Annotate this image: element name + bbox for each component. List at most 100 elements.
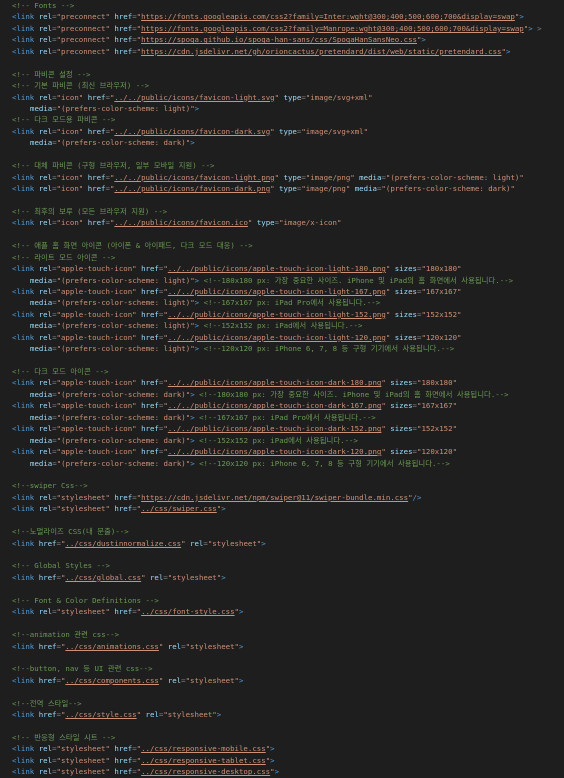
attribute-name: href <box>141 309 159 319</box>
code-line[interactable] <box>0 229 564 240</box>
code-line[interactable]: media="(prefers-color-scheme: dark)"> <!… <box>0 389 564 400</box>
attribute-value: (prefers-color-scheme: light) <box>61 298 191 308</box>
code-line[interactable] <box>0 515 564 526</box>
code-line[interactable]: <link rel="preconnect" href="https://spo… <box>0 34 564 45</box>
code-line[interactable]: <!--전역 스타일--> <box>0 698 564 709</box>
attribute-value: (prefers-color-scheme: dark) <box>61 389 186 399</box>
attribute-name: rel <box>38 447 53 457</box>
code-line[interactable] <box>0 686 564 697</box>
attribute-name: href <box>38 641 57 651</box>
tag-open: <link <box>12 424 35 434</box>
code-line[interactable]: <link rel="apple-touch-icon" href="../..… <box>0 400 564 411</box>
code-line[interactable]: <link rel="stylesheet" href="../css/font… <box>0 606 564 617</box>
code-line[interactable]: <link rel="apple-touch-icon" href="../..… <box>0 423 564 434</box>
tag-close: > <box>194 321 200 331</box>
code-line[interactable]: <link rel="icon" href="../../public/icon… <box>0 217 564 228</box>
code-line[interactable]: <!-- 애플 홈 화면 아이콘 (아이폰 & 아이패드, 다크 모드 대응) … <box>0 240 564 251</box>
code-line[interactable]: media="(prefers-color-scheme: light)"> <… <box>0 343 564 354</box>
code-line[interactable]: <link rel="apple-touch-icon" href="../..… <box>0 332 564 343</box>
code-line[interactable]: <!-- Font & Color Definitions --> <box>0 595 564 606</box>
quote: " <box>363 126 369 136</box>
code-line[interactable]: <!--노멀라이즈 CSS(내 문출)--> <box>0 526 564 537</box>
code-line[interactable]: <link href="../css/components.css" rel="… <box>0 675 564 686</box>
code-line[interactable]: media="(prefers-color-scheme: light)"> <… <box>0 297 564 308</box>
attribute-name: media <box>30 298 53 308</box>
attribute-value: apple-touch-icon <box>60 264 133 274</box>
code-line[interactable]: <!-- 반응형 스타일 시트 --> <box>0 732 564 743</box>
code-line[interactable] <box>0 721 564 732</box>
code-line[interactable]: media="(prefers-color-scheme: dark)"> <!… <box>0 435 564 446</box>
attribute-name: href <box>87 126 106 136</box>
code-line[interactable] <box>0 57 564 68</box>
code-line[interactable]: media="(prefers-color-scheme: light)"> <… <box>0 320 564 331</box>
attribute-value: ../css/font-style.css <box>141 607 235 617</box>
code-line[interactable] <box>0 469 564 480</box>
code-line[interactable] <box>0 149 564 160</box>
code-line[interactable]: <link rel="icon" href="../../public/icon… <box>0 126 564 137</box>
code-line[interactable]: <link rel="preconnect" href="https://fon… <box>0 11 564 22</box>
attribute-name: rel <box>38 264 53 274</box>
quote: " <box>457 264 462 274</box>
attribute-name: href <box>114 767 133 777</box>
code-editor[interactable]: <!-- Fonts --> <link rel="preconnect" hre… <box>0 0 564 776</box>
code-comment: <!-- Global Styles --> <box>12 561 110 571</box>
code-line[interactable]: <!--animation 관련 css--> <box>0 629 564 640</box>
code-line[interactable]: <link rel="stylesheet" href="../css/resp… <box>0 743 564 754</box>
attribute-name: sizes <box>394 264 417 274</box>
tag-close: > <box>270 744 275 754</box>
code-line[interactable]: <!-- 대체 파비콘 (구형 브라우저, 일부 모바일 지원) --> <box>0 160 564 171</box>
code-line[interactable] <box>0 355 564 366</box>
code-line[interactable]: <!-- Fonts --> <box>0 0 564 11</box>
tag-close: > <box>194 344 200 354</box>
code-line[interactable]: <link rel="apple-touch-icon" href="../..… <box>0 446 564 457</box>
code-line[interactable]: <link href="../css/dustinnormalize.css" … <box>0 538 564 549</box>
code-line[interactable]: <link rel="apple-touch-icon" href="../..… <box>0 309 564 320</box>
code-line[interactable]: <link rel="stylesheet" href="../css/resp… <box>0 755 564 766</box>
attribute-value: icon <box>60 172 79 182</box>
code-line[interactable]: <!-- 라이트 모드 아이콘 --> <box>0 252 564 263</box>
tag-open: <link <box>12 767 35 777</box>
code-line[interactable]: <!-- Global Styles --> <box>0 560 564 571</box>
code-line[interactable]: <link rel="preconnect" href="https://fon… <box>0 23 564 34</box>
code-line[interactable]: <link rel="stylesheet" href="../css/resp… <box>0 766 564 777</box>
code-line[interactable] <box>0 583 564 594</box>
code-line[interactable]: <!-- 기본 파비콘 (최신 브라우저) --> <box>0 80 564 91</box>
code-line[interactable]: <!--swiper Css--> <box>0 480 564 491</box>
code-line[interactable]: <link rel="apple-touch-icon" href="../..… <box>0 377 564 388</box>
code-comment: <!--167x167 px: iPad Pro에서 사용됩니다.--> <box>199 412 376 422</box>
code-line[interactable]: <!-- 다크 모드 아이콘 --> <box>0 366 564 377</box>
code-line[interactable] <box>0 194 564 205</box>
attribute-name: type <box>279 184 297 193</box>
code-line[interactable]: <link rel="icon" href="../../public/icon… <box>0 183 564 194</box>
code-line[interactable]: media="(prefers-color-scheme: dark)"> <box>0 137 564 148</box>
code-line[interactable]: <link rel="apple-touch-icon" href="../..… <box>0 263 564 274</box>
code-line[interactable]: <!-- 다크 모드용 파비콘 --> <box>0 114 564 125</box>
attribute-name: type <box>283 172 302 182</box>
tag-close: > <box>194 298 200 308</box>
code-line[interactable]: <!--button, nav 등 UI 관련 css--> <box>0 663 564 674</box>
code-line[interactable]: <link rel="icon" href="../../public/icon… <box>0 92 564 103</box>
code-line[interactable]: <!-- 파비콘 설정 --> <box>0 69 564 80</box>
code-line[interactable]: media="(prefers-color-scheme: light)"> <box>0 103 564 114</box>
code-line[interactable]: <link rel="stylesheet" href="https://cdn… <box>0 492 564 503</box>
code-comment: <!-- 대체 파비콘 (구형 브라우저, 일부 모바일 지원) --> <box>12 161 215 171</box>
attribute-name: rel <box>38 172 53 182</box>
attribute-name: href <box>38 710 57 720</box>
code-line[interactable]: media="(prefers-color-scheme: dark)"> <!… <box>0 412 564 423</box>
code-line[interactable] <box>0 618 564 629</box>
attribute-value: stylesheet <box>212 538 257 548</box>
code-line[interactable]: <link rel="icon" href="../../public/icon… <box>0 172 564 183</box>
code-line[interactable]: <!-- 최후의 보루 (모든 브라우저 지원) --> <box>0 206 564 217</box>
code-line[interactable] <box>0 549 564 560</box>
code-line[interactable]: <link href="../css/style.css" rel="style… <box>0 709 564 720</box>
attribute-value: ../../public/icons/apple-touch-icon-dark… <box>167 447 382 457</box>
code-line[interactable]: <link rel="apple-touch-icon" href="../..… <box>0 286 564 297</box>
code-line[interactable]: media="(prefers-color-scheme: dark)"> <!… <box>0 458 564 469</box>
code-line[interactable] <box>0 652 564 663</box>
attribute-value: icon <box>60 218 79 228</box>
code-line[interactable]: <link rel="stylesheet" href="../css/swip… <box>0 503 564 514</box>
code-line[interactable]: <link href="../css/global.css" rel="styl… <box>0 572 564 583</box>
code-line[interactable]: <link rel="preconnect" href="https://cdn… <box>0 46 564 57</box>
code-line[interactable]: <link href="../css/animations.css" rel="… <box>0 641 564 652</box>
code-line[interactable]: media="(prefers-color-scheme: light)"> <… <box>0 275 564 286</box>
